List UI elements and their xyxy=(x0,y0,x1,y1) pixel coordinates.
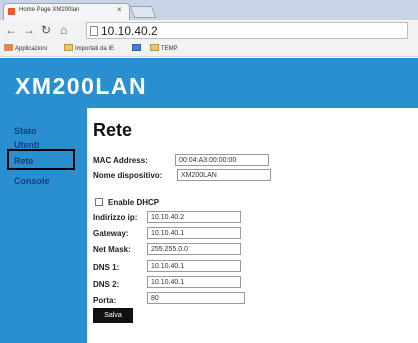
sidebar-item-stato[interactable]: Stato xyxy=(14,126,37,136)
reload-icon[interactable]: ↻ xyxy=(41,23,51,37)
sidebar-item-console[interactable]: Console xyxy=(14,176,50,186)
folder-icon xyxy=(150,44,159,51)
back-arrow-icon[interactable]: ← xyxy=(5,23,17,37)
bookmarks-bar: Applicazioni Importati da IE TEMP xyxy=(0,42,418,57)
bookmark-imported[interactable]: Importati da IE xyxy=(64,44,114,52)
bookmark-temp[interactable]: TEMP xyxy=(150,44,178,52)
mac-address-field[interactable] xyxy=(175,154,269,166)
new-tab-button[interactable] xyxy=(129,6,157,18)
port-label: Porta: xyxy=(93,296,117,305)
dhcp-label: Enable DHCP xyxy=(108,198,160,207)
browser-toolbar: ← → ↻ ⌂ 10.10.40.2 xyxy=(0,20,418,42)
dns2-label: DNS 2: xyxy=(93,280,120,289)
gateway-field[interactable] xyxy=(147,227,241,239)
device-name-label: Nome dispositivo: xyxy=(93,171,163,180)
folder-icon xyxy=(64,44,73,51)
bookmark-blue[interactable] xyxy=(132,44,143,52)
site-logo: XM200LAN xyxy=(15,73,148,99)
forward-arrow-icon[interactable]: → xyxy=(23,23,35,37)
net-mask-label: Net Mask: xyxy=(93,245,131,254)
favicon-icon xyxy=(8,8,15,15)
device-name-field[interactable] xyxy=(177,169,271,181)
page-title: Rete xyxy=(93,120,133,140)
browser-tab[interactable]: Home Page XM200lan × xyxy=(3,3,130,20)
tab-strip: Home Page XM200lan × xyxy=(0,0,418,20)
blue-square-icon xyxy=(132,44,141,51)
ip-address-label: Indirizzo ip: xyxy=(93,213,138,222)
page-icon xyxy=(90,26,98,36)
tab-title: Home Page XM200lan xyxy=(19,7,80,13)
port-field[interactable] xyxy=(147,292,245,304)
selection-highlight-box xyxy=(7,149,75,170)
dns1-field[interactable] xyxy=(147,260,241,272)
home-icon[interactable]: ⌂ xyxy=(60,23,67,37)
gateway-label: Gateway: xyxy=(93,229,129,238)
save-button[interactable]: Salva xyxy=(93,308,133,323)
close-tab-icon[interactable]: × xyxy=(117,5,122,14)
ip-address-field[interactable] xyxy=(147,211,241,223)
address-bar[interactable]: 10.10.40.2 xyxy=(86,22,408,39)
apps-icon xyxy=(4,44,13,51)
net-mask-field[interactable] xyxy=(147,243,241,255)
mac-address-label: MAC Address: xyxy=(93,156,148,165)
url-text: 10.10.40.2 xyxy=(101,24,158,38)
dns2-field[interactable] xyxy=(147,276,241,288)
dhcp-checkbox[interactable] xyxy=(95,198,103,206)
bookmark-apps[interactable]: Applicazioni xyxy=(4,44,47,52)
dns1-label: DNS 1: xyxy=(93,263,120,272)
